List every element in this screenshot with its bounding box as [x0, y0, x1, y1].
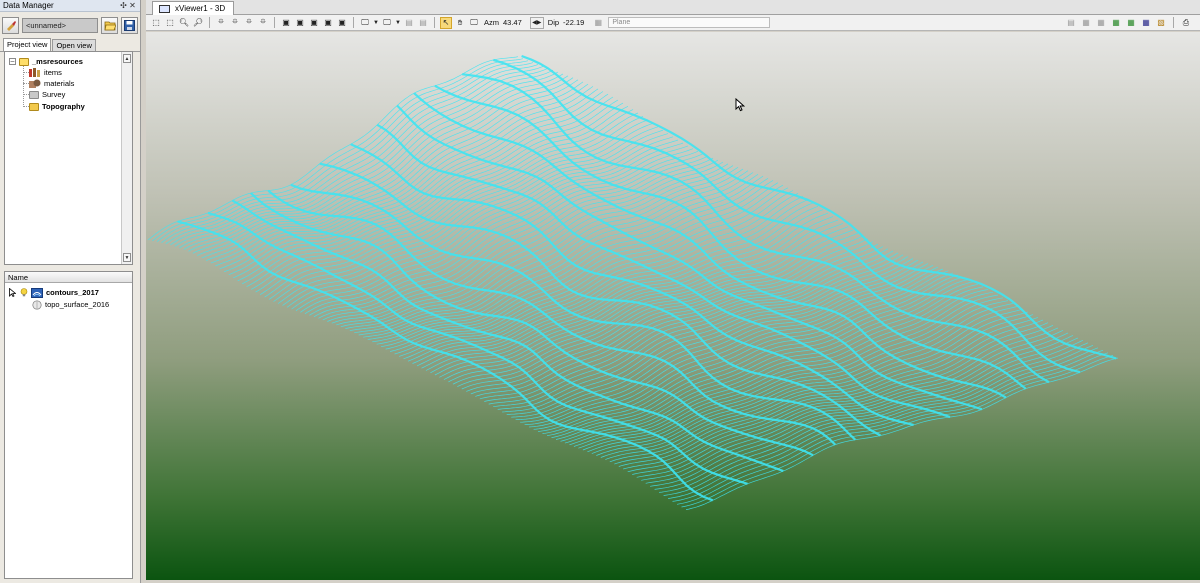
tree-item-msresources[interactable]: _msresources	[19, 56, 83, 67]
azimuth-stepper-icon[interactable]: ◀▶	[529, 16, 544, 29]
snap-surface-icon[interactable]: ▣	[322, 17, 334, 29]
zoom-window-icon[interactable]: ⬚	[164, 17, 176, 29]
data-manager-panel: Data Manager ✣ ✕ <unnamed> Project view …	[0, 0, 141, 583]
list-item-contours[interactable]: contours_2017	[9, 287, 99, 298]
toolbar-separator	[1173, 17, 1174, 28]
project-tree[interactable]: – _msresources items materials Survey To…	[4, 51, 133, 265]
list-item-label: topo_surface_2016	[45, 300, 110, 309]
tab-open-view[interactable]: Open view	[52, 39, 96, 51]
scroll-up-icon[interactable]: ▲	[123, 54, 131, 63]
view-left-icon[interactable]: ▤	[403, 17, 415, 29]
select-add-icon[interactable]: ⯐	[229, 17, 241, 29]
picker-button[interactable]	[2, 16, 19, 34]
viewer-toolbar: ⬚ ⬚ 🔍︎ 🔎︎ ⯐ ⯐ ⯐ ⯐ ▣ ▣ ▣ ▣ ▣ 🖵︎ ▼ 🖵︎ ▼ ▤ …	[146, 15, 1200, 31]
tree-item-topography[interactable]: Topography	[29, 101, 85, 112]
terrain-contours	[147, 54, 1119, 510]
scroll-down-icon[interactable]: ▼	[123, 253, 131, 262]
viewer-panel: xViewer1 - 3D ⬚ ⬚ 🔍︎ 🔎︎ ⯐ ⯐ ⯐ ⯐ ▣ ▣ ▣ ▣ …	[146, 0, 1200, 583]
tree-item-label: Topography	[42, 102, 85, 111]
open-folder-icon	[104, 21, 116, 30]
save-icon	[124, 19, 135, 31]
toolbar-separator	[209, 17, 210, 28]
tree-item-label: _msresources	[32, 57, 83, 66]
pan-tool-icon[interactable]: ✋︎	[454, 17, 466, 29]
pin-icon[interactable]: ✣	[119, 1, 128, 10]
tree-item-items[interactable]: items	[29, 67, 62, 78]
azimuth-label: Azm	[484, 18, 499, 27]
data-manager-title: Data Manager	[3, 1, 54, 10]
zoom-out-icon[interactable]: 🔎︎	[192, 17, 204, 29]
green-grid-icon[interactable]: ▦	[1125, 17, 1137, 29]
select-remove-icon[interactable]: ⯐	[243, 17, 255, 29]
project-combo[interactable]: <unnamed>	[22, 17, 98, 33]
open-folder-button[interactable]	[101, 16, 118, 34]
ridge-bands	[177, 54, 1117, 502]
object-list[interactable]: Name contours_2017 topo_surface_2016	[4, 271, 133, 579]
rotate-tool-icon[interactable]: ↖	[440, 16, 452, 29]
tab-xviewer1[interactable]: xViewer1 - 3D	[152, 1, 235, 15]
cursor-icon	[9, 288, 16, 297]
snap-grid-icon[interactable]: ▣	[294, 17, 306, 29]
lightbulb-icon	[20, 288, 28, 297]
tree-item-materials[interactable]: materials	[29, 78, 74, 89]
map-grid-icon[interactable]: ▦	[1140, 17, 1152, 29]
close-icon[interactable]: ✕	[128, 1, 137, 10]
tree-item-label: Survey	[42, 90, 66, 99]
plane-grid-icon[interactable]: ▦	[592, 17, 604, 29]
items-icon	[29, 68, 40, 77]
folder-icon	[29, 90, 39, 99]
materials-icon	[29, 79, 41, 88]
plane-field[interactable]: Plane	[608, 17, 771, 28]
layers-icon[interactable]: ▤	[1065, 17, 1077, 29]
snap-object-icon[interactable]: ▣	[336, 17, 348, 29]
tree-item-survey[interactable]: Survey	[29, 89, 65, 100]
toolbar-separator	[353, 17, 354, 28]
grid-icon[interactable]: ▦	[1095, 17, 1107, 29]
tree-item-label: items	[44, 68, 62, 77]
project-row: <unnamed>	[0, 14, 140, 36]
monitor-icon	[159, 4, 170, 13]
toolbar-separator	[274, 17, 275, 28]
select-icon[interactable]: ⯐	[215, 17, 227, 29]
mouse-cursor-icon	[735, 98, 745, 112]
dip-label: Dip	[547, 18, 560, 27]
contours-layer-icon	[31, 287, 43, 298]
toolbar-right-group: ▤ ▦ ▦ ▦ ▦ ▦ ▧ ⎙	[1065, 17, 1200, 29]
zoom-in-icon[interactable]: 🔍︎	[178, 17, 190, 29]
folder-icon	[29, 102, 39, 111]
list-item-topo-surface[interactable]: topo_surface_2016	[32, 299, 109, 310]
view-monitor-icon[interactable]: 🖵︎	[359, 17, 371, 29]
picker-icon	[6, 21, 16, 31]
snap-point-icon[interactable]: ▣	[280, 17, 292, 29]
folder-icon	[19, 57, 29, 66]
print-icon[interactable]: ⎙	[1180, 17, 1192, 29]
chevron-down-icon[interactable]: ▼	[395, 17, 401, 29]
zoom-extents-icon[interactable]: ⬚	[150, 17, 162, 29]
data-manager-titlebar: Data Manager ✣ ✕	[0, 0, 140, 12]
tree-item-label: materials	[44, 79, 75, 88]
contour-lines	[147, 56, 1119, 510]
toolbar-separator	[434, 17, 435, 28]
camera-monitor-icon[interactable]: 🖵︎	[468, 17, 480, 29]
dip-value[interactable]: -22.19	[563, 18, 584, 27]
chevron-down-icon[interactable]: ▼	[373, 17, 379, 29]
select-toggle-icon[interactable]: ⯐	[257, 17, 269, 29]
tree-collapse-toggle[interactable]: –	[9, 58, 16, 65]
tab-project-view[interactable]: Project view	[3, 38, 52, 51]
document-tab-strip: xViewer1 - 3D	[146, 0, 1200, 15]
viewer-tab-title: xViewer1 - 3D	[175, 4, 226, 13]
list-item-label: contours_2017	[46, 288, 99, 297]
view-right-icon[interactable]: ▤	[417, 17, 429, 29]
azimuth-value[interactable]: 43.47	[503, 18, 522, 27]
snap-line-icon[interactable]: ▣	[308, 17, 320, 29]
tree-scrollbar[interactable]: ▲ ▼	[121, 52, 132, 264]
picture-icon[interactable]: ▧	[1155, 17, 1167, 29]
column-header-name[interactable]: Name	[5, 272, 132, 283]
save-button[interactable]	[121, 16, 138, 34]
surface-layer-icon	[32, 299, 42, 310]
viewer-3d-canvas[interactable]	[146, 32, 1200, 580]
add-grid-icon[interactable]: ▦	[1110, 17, 1122, 29]
display-monitor-icon[interactable]: 🖵︎	[381, 17, 393, 29]
table-icon[interactable]: ▦	[1080, 17, 1092, 29]
